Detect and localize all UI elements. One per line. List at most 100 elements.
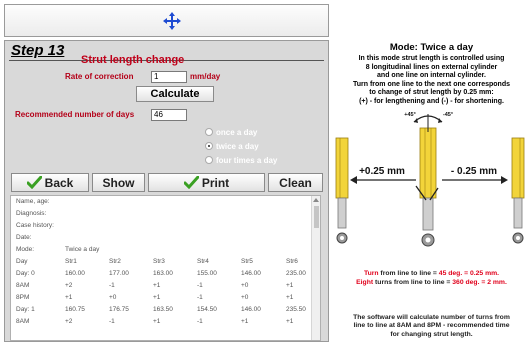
table-cell: +1 (153, 318, 161, 325)
log-field-label: Case history: (16, 222, 54, 229)
move-icon[interactable] (162, 11, 182, 31)
table-cell: +2 (65, 282, 73, 289)
mode-title: Mode: Twice a day (389, 42, 474, 53)
software-note: The software will calculate number of tu… (332, 314, 531, 339)
eight-word: Eight (356, 279, 374, 286)
description-line: (+) - for lengthening and (-) - for shor… (359, 97, 504, 105)
log-field-label: Date: (16, 234, 32, 241)
angle-plus-label: +45° (404, 112, 416, 118)
print-button[interactable]: Print (148, 173, 265, 192)
eight-text: turns from line to line = (373, 279, 453, 286)
step-title: Step 13 (11, 42, 65, 59)
table-cell: 160.00 (65, 270, 85, 277)
show-button[interactable]: Show (92, 173, 145, 192)
mode-description: In this mode strut length is controlled … (332, 55, 531, 107)
rate-unit-label: mm/day (190, 72, 221, 81)
table-cell: 160.75 (65, 306, 85, 313)
turn-word: Turn (363, 270, 379, 277)
days-input[interactable]: 46 (151, 109, 187, 121)
table-cell: -1 (197, 294, 203, 301)
eight-note: Eight turns from line to line = 360 deg.… (332, 279, 531, 287)
check-icon (26, 176, 42, 189)
table-cell: 235.00 (286, 270, 306, 277)
center-strut-icon (413, 114, 443, 247)
back-button[interactable]: Back (11, 173, 89, 192)
table-cell: +1 (241, 318, 249, 325)
clean-label: Clean (279, 175, 312, 190)
left-strut-icon (335, 137, 349, 244)
strut-illustration: +0.25 mm - 0.25 mm +45° -45° (335, 112, 525, 247)
radio-twice-a-day[interactable]: twice a day (205, 141, 259, 151)
right-strut-icon (511, 137, 525, 244)
table-header-cell: Str4 (197, 258, 209, 265)
scroll-thumb[interactable] (314, 206, 319, 228)
turn-value: 45 deg. = 0.25 mm. (438, 270, 500, 277)
table-cell: 235.50 (286, 306, 306, 313)
radio-once-a-day[interactable]: once a day (205, 127, 257, 137)
table-cell: Day: 1 (16, 306, 35, 313)
log-mode-value: Twice a day (65, 246, 100, 253)
table-cell: +0 (241, 294, 249, 301)
description-line: to change of strut length by 0.25 mm: (369, 89, 494, 97)
table-cell: 176.75 (109, 306, 129, 313)
table-cell: +1 (65, 294, 73, 301)
turn-text: from line to line = (378, 270, 439, 277)
log-field-label: Mode: (16, 246, 35, 253)
table-cell: +1 (286, 282, 294, 289)
step-panel: Step 13 Strut length change Rate of corr… (4, 40, 329, 342)
rate-input[interactable]: 1 (151, 71, 187, 83)
table-header-cell: Str2 (109, 258, 121, 265)
table-cell: +1 (153, 294, 161, 301)
table-header-cell: Str1 (65, 258, 77, 265)
shorten-arrow-icon (442, 176, 508, 184)
print-label: Print (201, 175, 230, 190)
table-cell: +1 (286, 318, 294, 325)
log-field-label: Diagnosis: (16, 210, 47, 217)
table-cell: -1 (197, 318, 203, 325)
table-cell: Day: 0 (16, 270, 35, 277)
rate-label: Rate of correction (65, 72, 134, 81)
table-header-cell: Str3 (153, 258, 165, 265)
table-cell: +0 (241, 282, 249, 289)
table-cell: 154.50 (197, 306, 217, 313)
log-field-label: Name, age: (16, 198, 50, 205)
table-header-cell: Day (16, 258, 28, 265)
days-label: Recommended number of days (15, 110, 135, 119)
table-cell: -1 (109, 282, 115, 289)
table-cell: -1 (109, 318, 115, 325)
report-log[interactable]: Name, age: Diagnosis: Case history: Date… (10, 195, 321, 341)
table-cell: 177.00 (109, 270, 129, 277)
description-line: Turn from one line to the next one corre… (353, 80, 510, 88)
radio-label: once a day (216, 127, 258, 137)
table-cell: 146.00 (241, 306, 261, 313)
radio-button-selected[interactable] (205, 142, 213, 150)
table-cell: 146.00 (241, 270, 261, 277)
table-cell: +1 (286, 294, 294, 301)
calculate-button[interactable]: Calculate (136, 86, 214, 102)
software-line: The software will calculate number of tu… (353, 314, 510, 321)
radio-four-times-a-day[interactable]: four times a day (205, 155, 277, 165)
back-label: Back (44, 175, 74, 190)
description-line: 8 longitudinal lines on external cylinde… (365, 63, 498, 71)
table-cell: 163.50 (153, 306, 173, 313)
software-line: for changing strut length. (390, 330, 473, 338)
lengthen-arrow-icon (350, 176, 416, 184)
angle-minus-label: -45° (443, 112, 453, 118)
software-line: line to line at 8AM and 8PM - recommende… (353, 322, 510, 330)
table-cell: +0 (109, 294, 117, 301)
table-cell: +2 (65, 318, 73, 325)
log-scrollbar[interactable] (311, 196, 320, 340)
check-icon (183, 176, 199, 189)
table-cell: +1 (153, 282, 161, 289)
radio-button[interactable] (205, 128, 213, 136)
radio-button[interactable] (205, 156, 213, 164)
table-cell: -1 (197, 282, 203, 289)
radio-label: twice a day (216, 141, 259, 151)
scroll-up-icon[interactable] (313, 198, 319, 202)
top-bar (4, 4, 329, 37)
clean-button[interactable]: Clean (268, 173, 323, 192)
lengthen-label: +0.25 mm (359, 166, 405, 177)
radio-label: four times a day (216, 155, 278, 165)
section-title: Strut length change (81, 54, 185, 66)
turn-note: Turn from line to line = 45 deg. = 0.25 … (332, 270, 531, 278)
